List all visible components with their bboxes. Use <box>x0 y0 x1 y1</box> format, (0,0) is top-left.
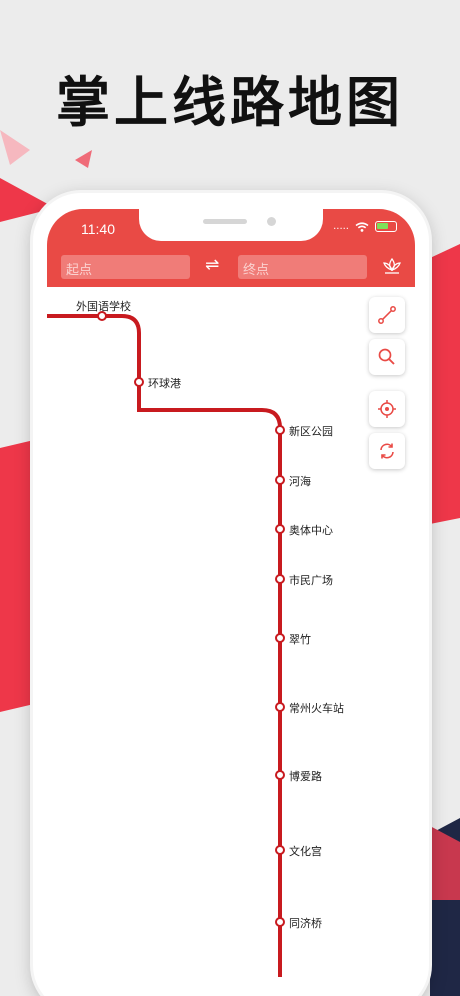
station-label[interactable]: 同济桥 <box>289 915 322 931</box>
refresh-icon <box>380 443 394 459</box>
station-dot[interactable] <box>275 770 285 780</box>
station-label[interactable]: 文化宫 <box>289 843 322 859</box>
station-dot[interactable] <box>275 574 285 584</box>
locate-button[interactable] <box>369 391 405 427</box>
metro-line <box>47 311 285 977</box>
station-label[interactable]: 市民广场 <box>289 572 333 588</box>
route-tool-icon <box>378 306 396 324</box>
map-toolbar <box>369 297 405 469</box>
station-label[interactable]: 博爱路 <box>289 768 322 784</box>
status-time: 11:40 <box>81 221 115 237</box>
station-dot[interactable] <box>275 633 285 643</box>
toolbar-gap <box>369 381 405 385</box>
station-label[interactable]: 翠竹 <box>289 631 311 647</box>
search-icon <box>378 348 395 365</box>
station-label[interactable]: 新区公园 <box>289 423 333 439</box>
station-dot[interactable] <box>275 524 285 534</box>
app-header: 11:40 ..... 起点 ⇌ 终点 <box>47 209 415 287</box>
locate-icon <box>378 400 396 418</box>
station-dot[interactable] <box>275 475 285 485</box>
station-dot[interactable] <box>275 845 285 855</box>
refresh-button[interactable] <box>369 433 405 469</box>
phone-frame: 11:40 ..... 起点 ⇌ 终点 外国语学校 环球港 新区公园 河海 奥体… <box>33 193 429 996</box>
station-label[interactable]: 外国语学校 <box>76 298 131 314</box>
station-dot[interactable] <box>275 425 285 435</box>
lotus-icon[interactable] <box>381 255 403 277</box>
station-dot[interactable] <box>275 702 285 712</box>
station-label[interactable]: 河海 <box>289 473 311 489</box>
app-screen: 11:40 ..... 起点 ⇌ 终点 外国语学校 环球港 新区公园 河海 奥体… <box>47 209 415 996</box>
status-icons: ..... <box>333 221 397 232</box>
promo-screen: 掌上线路地图 11:40 ..... 起点 ⇌ 终点 外国语学校 环球港 新区公… <box>0 0 460 996</box>
wifi-icon <box>355 221 369 232</box>
swap-icon[interactable]: ⇌ <box>205 255 219 275</box>
station-label[interactable]: 常州火车站 <box>289 700 344 716</box>
front-camera <box>267 217 276 226</box>
station-label[interactable]: 奥体中心 <box>289 522 333 538</box>
end-input[interactable]: 终点 <box>238 255 367 279</box>
battery-icon <box>375 221 397 232</box>
search-button[interactable] <box>369 339 405 375</box>
metro-map[interactable]: 外国语学校 环球港 新区公园 河海 奥体中心 市民广场 翠竹 常州火车站 博爱路… <box>47 287 415 996</box>
station-dot[interactable] <box>275 917 285 927</box>
station-dot[interactable] <box>134 377 144 387</box>
start-input[interactable]: 起点 <box>61 255 190 279</box>
phone-notch <box>139 209 323 241</box>
signal-icon: ..... <box>333 221 349 232</box>
station-label[interactable]: 环球港 <box>148 375 181 391</box>
speaker-slot <box>203 219 247 224</box>
route-tool-button[interactable] <box>369 297 405 333</box>
